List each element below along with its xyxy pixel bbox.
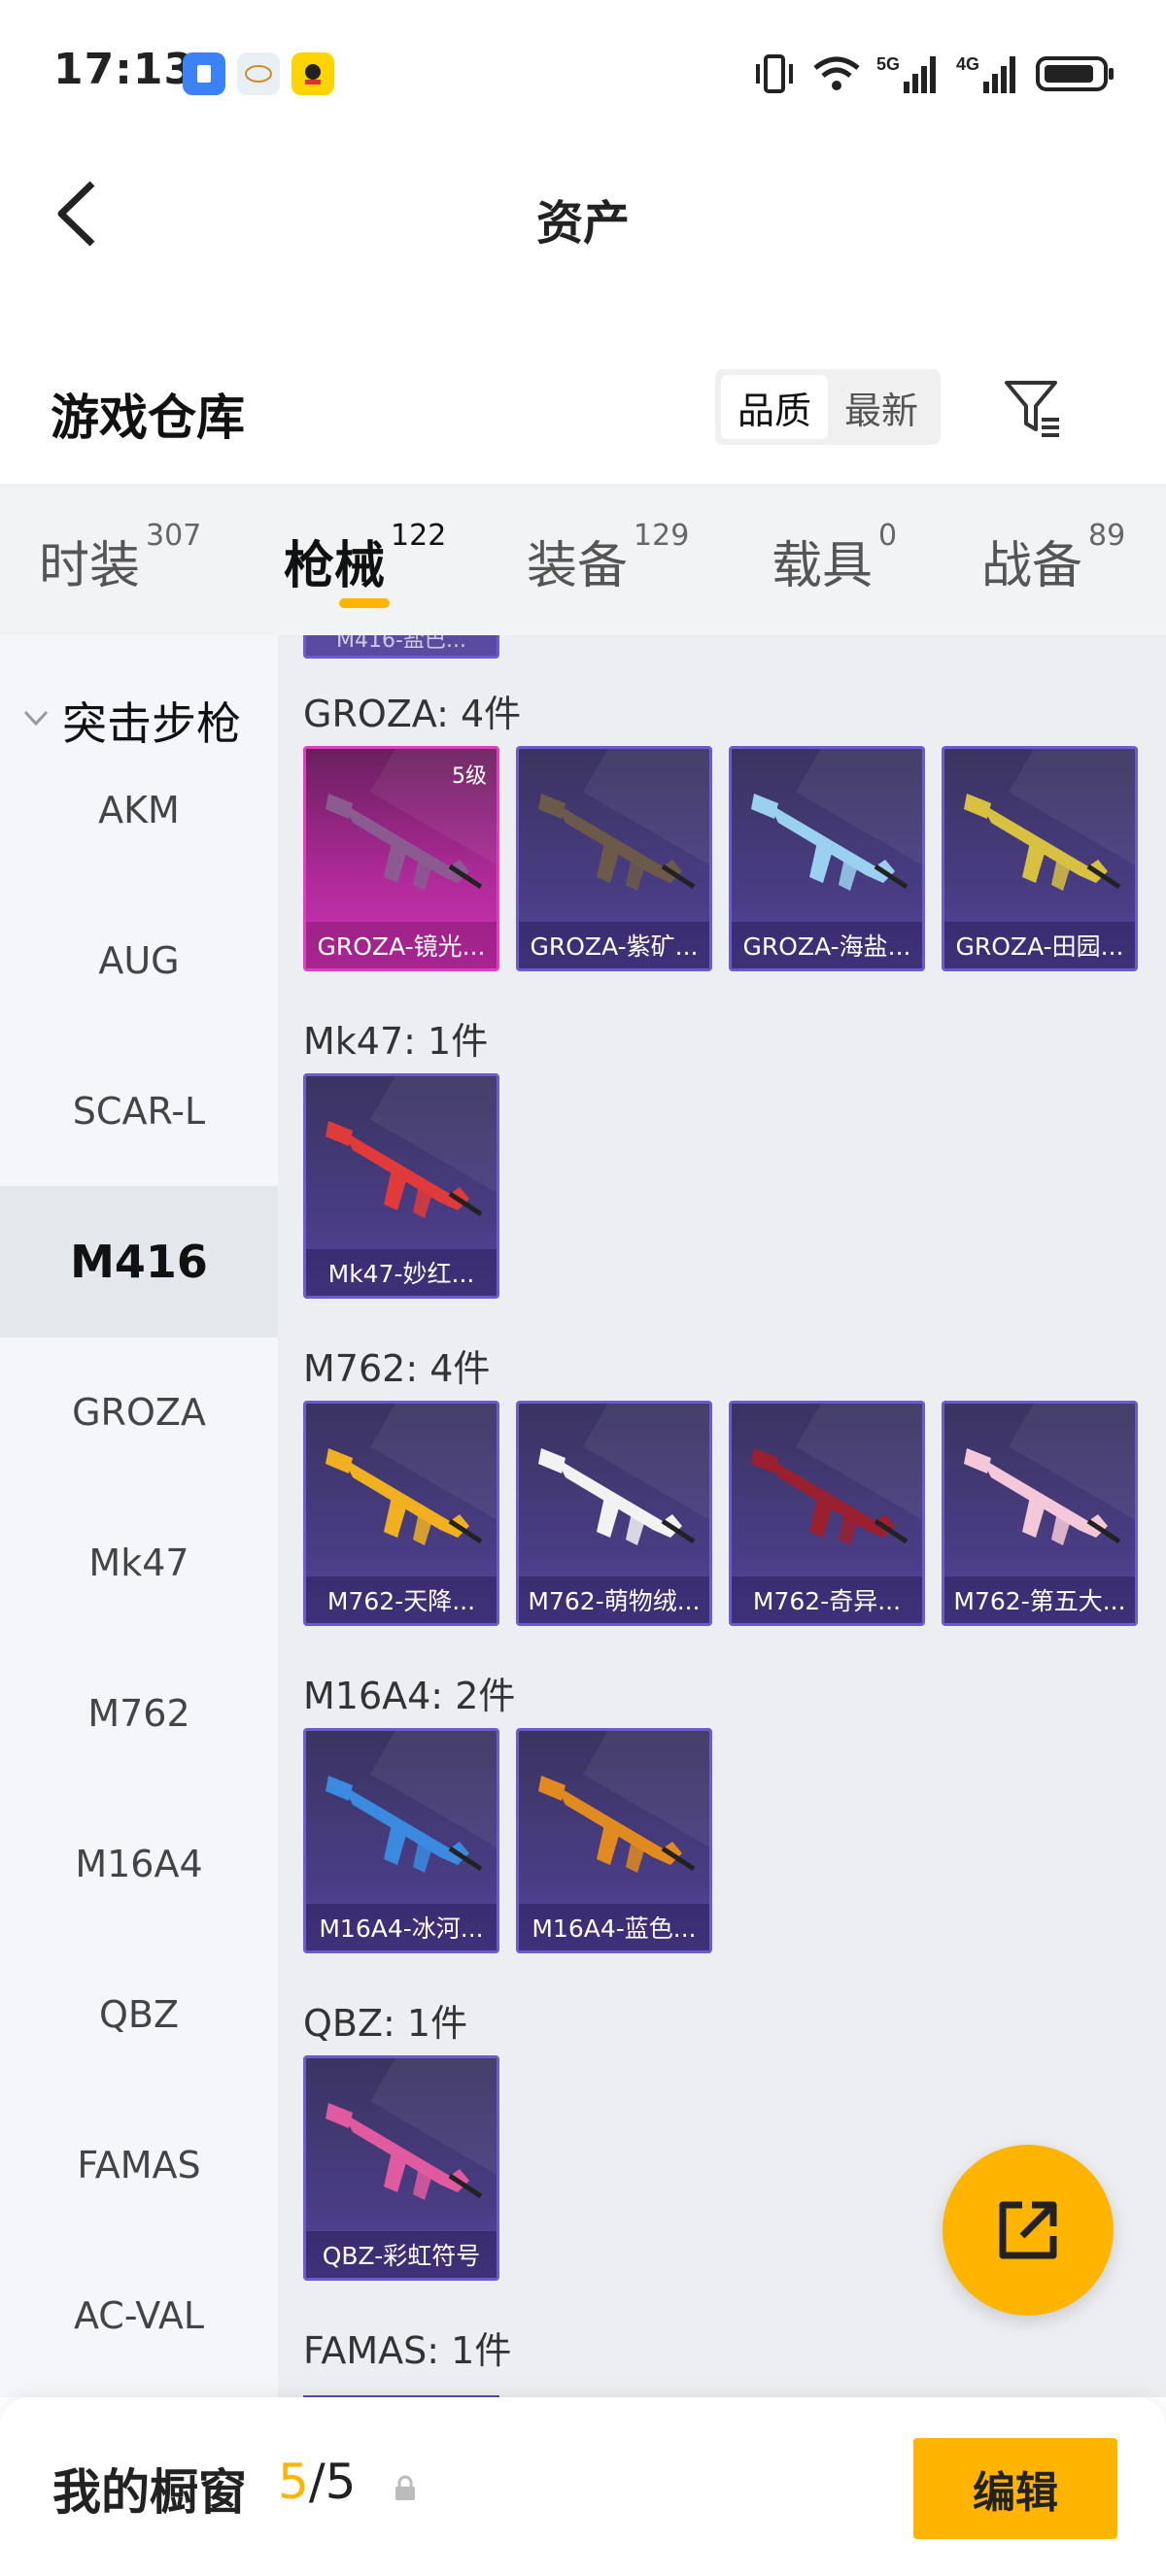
sidebar-item-famas[interactable]: FAMAS [0, 2089, 278, 2241]
section-title: GROZA: 4件 [303, 693, 522, 735]
rifle-icon [326, 794, 483, 891]
weapon-sidebar: 突击步枪 AKM AUG SCAR-L M416 GROZA Mk47 M762 M16A4 Q… [0, 635, 278, 2397]
rifle-icon [538, 1448, 696, 1545]
status-bar: 17:13 5G 4G [0, 0, 1166, 146]
showcase-label: 我的橱窗 [52, 2464, 247, 2521]
weapon-card[interactable]: M16A4-冰河... [303, 1728, 499, 1953]
section-title: FAMAS: 1件 [303, 2329, 512, 2372]
section-title: M16A4: 2件 [303, 1675, 516, 1717]
share-fab[interactable] [943, 2145, 1114, 2316]
section-title: Mk47: 1件 [303, 1020, 489, 1063]
signal-5g-icon: 5G [876, 54, 936, 93]
rifle-icon [538, 1776, 696, 1873]
nav-bar: 资产 [0, 146, 1166, 282]
weapon-card-name: M16A4-蓝色... [519, 1904, 709, 1950]
rifle-icon [751, 794, 909, 891]
battery-icon [1036, 56, 1114, 91]
weapon-card-name: Mk47-妙红... [306, 1249, 497, 1296]
svg-text:4G: 4G [956, 54, 979, 74]
weapon-card[interactable]: M762-奇异... [729, 1401, 925, 1626]
vibrate-icon [756, 54, 793, 93]
section-title: QBZ: 1件 [303, 2002, 468, 2045]
weapon-card-name: QBZ-彩虹符号 [306, 2231, 497, 2278]
sidebar-item-scar-l[interactable]: SCAR-L [0, 1035, 278, 1187]
weapon-card[interactable]: M762-第五大... [942, 1401, 1138, 1626]
weapon-card-name: M16A4-冰河... [306, 1904, 497, 1950]
weapon-card[interactable]: GROZA-紫矿... [516, 746, 712, 971]
status-right: 5G 4G [752, 47, 1115, 101]
tab-vehicles[interactable]: 载具0 [772, 519, 897, 597]
app-icon-yoyo [237, 52, 280, 95]
sidebar-item-akm[interactable]: AKM [0, 734, 278, 886]
weapon-card[interactable]: M762-萌物绒... [516, 1401, 712, 1626]
warehouse-header: 游戏仓库 品质 最新 [0, 359, 1166, 457]
tab-equipment[interactable]: 装备129 [527, 519, 689, 597]
sidebar-item-groza[interactable]: GROZA [0, 1337, 278, 1488]
weapon-card[interactable]: GROZA-田园... [942, 746, 1138, 971]
filter-icon [1005, 381, 1059, 437]
lock-icon [395, 2475, 415, 2500]
tab-indicator [339, 598, 390, 608]
rifle-icon [326, 1776, 483, 1873]
rifle-icon [538, 794, 696, 891]
sidebar-item-qbz[interactable]: QBZ [0, 1939, 278, 2090]
category-tabs: 时装307 枪械122 装备129 载具0 战备89 [0, 484, 1166, 635]
weapon-card[interactable]: M762-天降... [303, 1401, 499, 1626]
weapon-card-name: GROZA-田园... [944, 922, 1135, 968]
sort-latest-option[interactable]: 最新 [828, 375, 935, 439]
showcase-count: 5/5 [278, 2454, 357, 2510]
weapon-card[interactable]: QBZ-彩虹符号 [303, 2055, 499, 2281]
sidebar-item-m416[interactable]: M416 [0, 1186, 278, 1338]
filter-button[interactable] [999, 373, 1067, 441]
rifle-icon [326, 1448, 483, 1545]
warehouse-title: 游戏仓库 [51, 390, 245, 446]
chevron-down-icon [23, 710, 49, 727]
sidebar-item-mk47[interactable]: Mk47 [0, 1487, 278, 1639]
sidebar-item-m16a4[interactable]: M16A4 [0, 1788, 278, 1940]
weapon-card-name: M762-奇异... [732, 1576, 922, 1623]
page-title: 资产 [535, 196, 630, 251]
rifle-icon [964, 794, 1121, 891]
weapon-card-name: GROZA-海盐... [732, 922, 922, 968]
weapon-card[interactable]: GROZA-海盐... [729, 746, 925, 971]
rifle-icon [964, 1448, 1121, 1545]
tab-firearms[interactable]: 枪械122 [284, 519, 446, 597]
weapon-card-name: GROZA-镜光... [306, 922, 497, 968]
weapon-content: M416-盐巴... GROZA: 4件 5级 GROZA-镜光... GROZA-紫… [278, 635, 1166, 2397]
status-time: 17:13 [53, 45, 195, 94]
weapon-card[interactable]: 5级 GROZA-镜光... [303, 746, 499, 971]
sidebar-item-m762[interactable]: M762 [0, 1638, 278, 1789]
rifle-icon [326, 2103, 483, 2200]
tab-fashion[interactable]: 时装307 [39, 519, 201, 597]
wifi-icon [813, 56, 860, 90]
partial-card-top[interactable]: M416-盐巴... [303, 635, 499, 659]
showcase-bar: 我的橱窗 5/5 编辑 [0, 2397, 1166, 2576]
svg-text:5G: 5G [876, 54, 900, 74]
weapon-card-name: M762-萌物绒... [519, 1576, 709, 1623]
tab-supplies[interactable]: 战备89 [981, 519, 1125, 597]
level-badge: 5级 [452, 764, 487, 789]
rifle-icon [326, 1121, 483, 1218]
section-title: M762: 4件 [303, 1347, 491, 1390]
edit-button[interactable]: 编辑 [913, 2438, 1117, 2539]
sidebar-item-aug[interactable]: AUG [0, 885, 278, 1036]
rifle-icon [751, 1448, 909, 1545]
weapon-card[interactable]: Mk47-妙红... [303, 1073, 499, 1299]
sort-quality-option[interactable]: 品质 [721, 375, 828, 439]
app-icon-yellow [292, 52, 334, 95]
weapon-card[interactable]: M16A4-蓝色... [516, 1728, 712, 1953]
sort-segmented-control: 品质 最新 [715, 369, 941, 445]
app-icon-blue [183, 52, 225, 95]
external-link-icon [999, 2201, 1057, 2259]
sidebar-item-ac-val[interactable]: AC-VAL [0, 2240, 278, 2391]
weapon-card-name: M762-第五大... [944, 1576, 1135, 1623]
weapon-card-name: M762-天降... [306, 1576, 497, 1623]
signal-4g-icon: 4G [956, 54, 1015, 93]
weapon-card-name: GROZA-紫矿... [519, 922, 709, 968]
